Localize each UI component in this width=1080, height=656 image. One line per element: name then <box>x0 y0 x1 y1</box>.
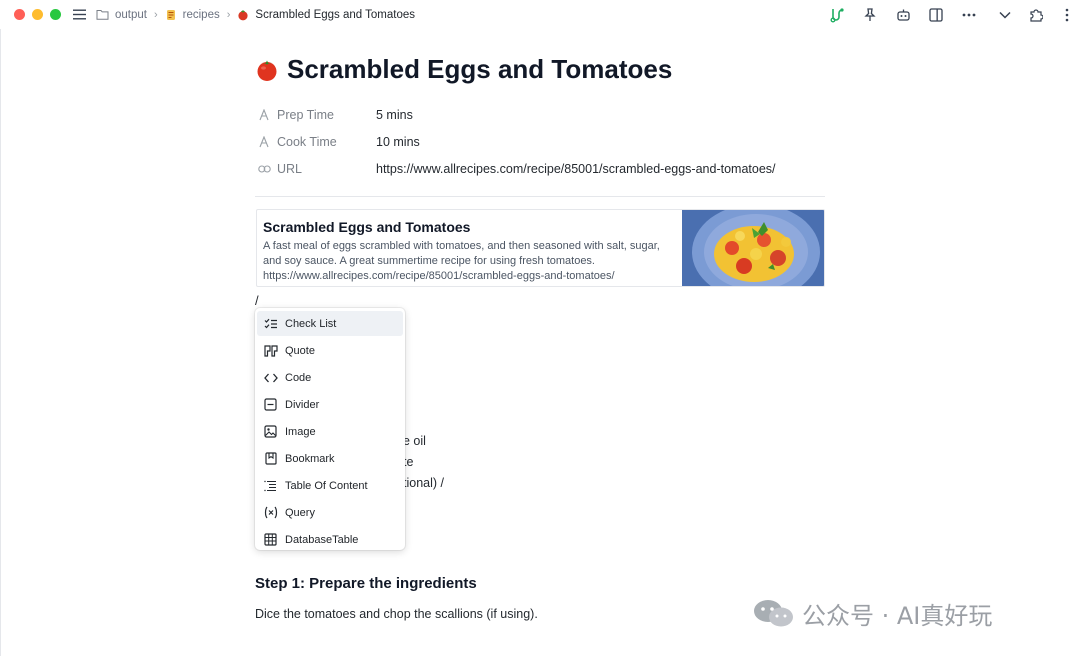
menu-item-label: Query <box>285 506 315 519</box>
menu-item-label: Quote <box>285 344 315 357</box>
bookmark-text: Scrambled Eggs and Tomatoes A fast meal … <box>263 219 678 284</box>
table-icon <box>263 532 278 547</box>
property-name: Prep Time <box>277 108 334 122</box>
menu-item-database-table[interactable]: DatabaseTable <box>257 527 403 552</box>
chevron-right-icon: › <box>226 8 231 21</box>
menu-item-label: DatabaseTable <box>285 533 359 546</box>
more-icon[interactable] <box>960 6 978 24</box>
link-icon <box>258 164 271 174</box>
wechat-logo-icon <box>752 598 796 630</box>
page-title[interactable]: Scrambled Eggs and Tomatoes <box>255 54 672 85</box>
watermark-text: 公众号 · AI真好玩 <box>802 602 993 630</box>
menu-item-label: Check List <box>285 317 337 330</box>
vertical-more-icon[interactable] <box>1058 6 1076 24</box>
list-item-fragment[interactable]: e oil <box>403 434 426 448</box>
sidebar-edge <box>0 29 1 656</box>
bookmark-icon <box>263 451 278 466</box>
property-url[interactable]: URL https://www.allrecipes.com/recipe/85… <box>258 162 776 176</box>
menu-item-image[interactable]: Image <box>257 419 403 444</box>
property-name: Cook Time <box>277 135 337 149</box>
zoom-window-button[interactable] <box>50 9 61 20</box>
graph-view-icon[interactable] <box>828 6 846 24</box>
breadcrumb: output › recipes › Scrambled Eggs and To… <box>73 0 415 29</box>
tomato-icon <box>237 9 249 21</box>
menu-item-bookmark[interactable]: Bookmark <box>257 446 403 471</box>
property-value[interactable]: 10 mins <box>376 135 420 149</box>
slash-command-menu: Check List Quote Code Divider Image Book… <box>255 308 405 550</box>
breadcrumb-item-recipes[interactable]: recipes <box>183 9 220 21</box>
step-heading[interactable]: Step 1: Prepare the ingredients <box>255 575 477 592</box>
title-bar: output › recipes › Scrambled Eggs and To… <box>0 0 1080 29</box>
breadcrumb-item-output[interactable]: output <box>115 9 147 21</box>
menu-item-label: Divider <box>285 398 320 411</box>
chevron-down-icon[interactable] <box>996 6 1014 24</box>
bookmark-title: Scrambled Eggs and Tomatoes <box>263 219 471 235</box>
code-icon <box>263 370 278 385</box>
menu-item-label: Table Of Content <box>285 479 368 492</box>
tomato-icon[interactable] <box>255 58 279 82</box>
watermark: 公众号 · AI真好玩 <box>752 596 992 631</box>
hamburger-menu-icon[interactable] <box>73 9 86 20</box>
property-prep-time[interactable]: Prep Time 5 mins <box>258 108 413 122</box>
window-controls <box>14 9 61 20</box>
step-paragraph[interactable]: Dice the tomatoes and chop the scallions… <box>255 607 538 621</box>
menu-item-label: Code <box>285 371 312 384</box>
property-value[interactable]: 5 mins <box>376 108 413 122</box>
pin-icon[interactable] <box>861 6 879 24</box>
property-value-link[interactable]: https://www.allrecipes.com/recipe/85001/… <box>376 162 776 176</box>
divider <box>255 196 825 197</box>
slash-command-text[interactable]: / <box>255 293 259 308</box>
folder-icon <box>96 9 109 20</box>
menu-item-label: Bookmark <box>285 452 335 465</box>
bookmark-image <box>682 210 824 286</box>
minimize-window-button[interactable] <box>32 9 43 20</box>
menu-item-label: Image <box>285 425 316 438</box>
list-item-fragment[interactable]: tional) / <box>403 476 444 490</box>
property-name: URL <box>277 162 303 176</box>
text-property-icon <box>258 109 271 121</box>
checklist-icon <box>263 316 278 331</box>
chevron-right-icon: › <box>153 8 158 21</box>
bookmark-description: A fast meal of eggs scrambled with tomat… <box>263 240 660 267</box>
toc-icon <box>263 478 278 493</box>
ai-robot-icon[interactable] <box>894 6 912 24</box>
menu-item-check-list[interactable]: Check List <box>257 311 403 336</box>
breadcrumb-item-current[interactable]: Scrambled Eggs and Tomatoes <box>255 9 415 21</box>
divider-icon <box>263 397 278 412</box>
image-icon <box>263 424 278 439</box>
close-window-button[interactable] <box>14 9 25 20</box>
recipes-emoji-icon <box>165 9 177 21</box>
query-icon <box>263 505 278 520</box>
menu-item-quote[interactable]: Quote <box>257 338 403 363</box>
property-cook-time[interactable]: Cook Time 10 mins <box>258 135 420 149</box>
bookmark-url[interactable]: https://www.allrecipes.com/recipe/85001/… <box>263 269 678 284</box>
page-title-text[interactable]: Scrambled Eggs and Tomatoes <box>287 54 672 85</box>
menu-item-table-of-content[interactable]: Table Of Content <box>257 473 403 498</box>
split-panel-icon[interactable] <box>927 6 945 24</box>
menu-item-code[interactable]: Code <box>257 365 403 390</box>
menu-item-query[interactable]: Query <box>257 500 403 525</box>
extensions-icon[interactable] <box>1027 6 1045 24</box>
text-property-icon <box>258 136 271 148</box>
menu-item-divider[interactable]: Divider <box>257 392 403 417</box>
quote-icon <box>263 343 278 358</box>
bookmark-card[interactable]: Scrambled Eggs and Tomatoes A fast meal … <box>256 209 825 287</box>
